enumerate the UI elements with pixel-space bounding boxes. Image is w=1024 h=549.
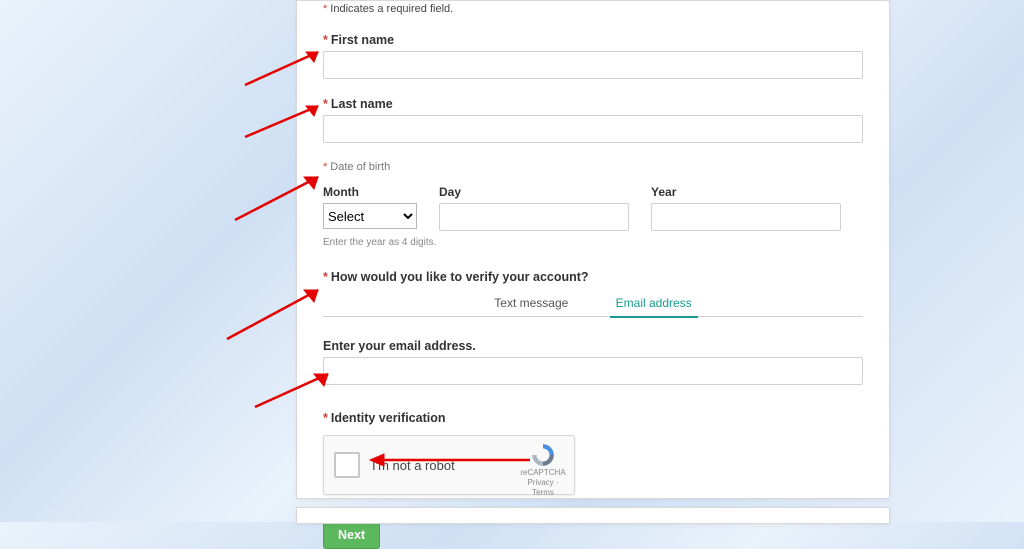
first-name-label: *First name: [323, 33, 863, 47]
email-input[interactable]: [323, 357, 863, 385]
recaptcha-text: I'm not a robot: [372, 458, 455, 473]
last-name-label: *Last name: [323, 97, 863, 111]
recaptcha-logo: reCAPTCHA Privacy · Terms: [518, 442, 568, 498]
next-button[interactable]: Next: [323, 521, 380, 549]
tab-text-message[interactable]: Text message: [488, 296, 574, 316]
month-select[interactable]: Select: [323, 203, 417, 229]
year-hint: Enter the year as 4 digits.: [323, 237, 863, 248]
day-label: Day: [439, 185, 629, 199]
year-input[interactable]: [651, 203, 841, 231]
next-card-peek: [296, 507, 890, 524]
recaptcha-icon: [530, 442, 556, 468]
form-card: *Indicates a required field. *First name…: [296, 0, 890, 499]
dob-label: *Date of birth: [323, 161, 863, 173]
verify-tabs: Text message Email address: [323, 296, 863, 317]
required-hint: *Indicates a required field.: [323, 3, 863, 15]
recaptcha-checkbox[interactable]: [334, 452, 360, 478]
email-label: Enter your email address.: [323, 339, 863, 353]
year-label: Year: [651, 185, 841, 199]
recaptcha-widget[interactable]: I'm not a robot reCAPTCHA Privacy · Term…: [323, 435, 575, 495]
month-label: Month: [323, 185, 417, 199]
last-name-input[interactable]: [323, 115, 863, 143]
first-name-input[interactable]: [323, 51, 863, 79]
day-input[interactable]: [439, 203, 629, 231]
identity-label: *Identity verification: [323, 411, 863, 425]
verify-question: *How would you like to verify your accou…: [323, 270, 863, 284]
tab-email-address[interactable]: Email address: [610, 296, 698, 318]
